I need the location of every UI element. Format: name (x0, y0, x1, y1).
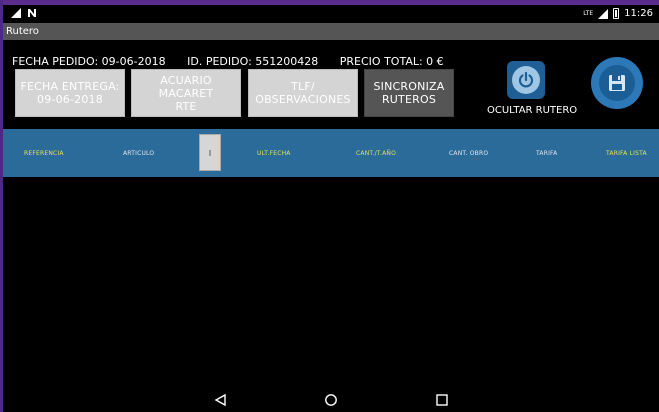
order-info-row: FECHA PEDIDO: 09-06-2018 ID. PEDIDO: 551… (12, 55, 462, 68)
navigation-bar (3, 388, 659, 412)
app-title-bar: Rutero (3, 23, 659, 40)
status-left (11, 8, 37, 18)
home-icon[interactable] (324, 393, 338, 407)
id-pedido-label: ID. PEDIDO: 551200428 (187, 55, 319, 68)
back-icon[interactable] (214, 393, 228, 407)
fecha-pedido-label: FECHA PEDIDO: 09-06-2018 (12, 55, 166, 68)
column-header-cant-obro[interactable]: CANT. OBRO (449, 150, 488, 157)
tlf-label: TLF/ (291, 80, 315, 93)
clock: 11:26 (624, 8, 653, 19)
fecha-entrega-title: FECHA ENTREGA: (20, 80, 120, 93)
column-header-articulo[interactable]: ARTICULO (123, 150, 154, 157)
column-header-tarifa[interactable]: TARIFA (536, 150, 557, 157)
column-header-ult-fecha[interactable]: ULT.FECHA (257, 150, 291, 157)
fecha-entrega-date: 09-06-2018 (37, 93, 103, 106)
tlf-observaciones-button[interactable]: TLF/ OBSERVACIONES (248, 69, 358, 117)
column-header-cant-t-ano[interactable]: CANT./T.AÑO (356, 150, 396, 157)
precio-total-label: PRECIO TOTAL: 0 € (339, 55, 444, 68)
signal-icon (11, 8, 21, 18)
notification-n-icon (28, 9, 36, 17)
power-icon-bg (512, 66, 540, 94)
ruteros-label: RUTEROS (381, 93, 437, 106)
status-right: LTE 11:26 (583, 8, 653, 19)
floppy-disk-icon (609, 75, 625, 91)
column-header-referencia[interactable]: REFERENCIA (24, 150, 64, 157)
network-type-label: LTE (583, 10, 594, 17)
recents-icon[interactable] (435, 393, 449, 407)
sincroniza-label: SINCRONIZA (373, 80, 445, 93)
observaciones-label: OBSERVACIONES (255, 93, 351, 106)
power-icon (518, 71, 534, 88)
save-button[interactable] (591, 57, 643, 109)
app-title: Rutero (6, 26, 39, 37)
battery-icon (613, 8, 620, 19)
sincroniza-ruteros-button[interactable]: SINCRONIZA RUTEROS (364, 69, 454, 117)
table-body (3, 177, 659, 387)
fecha-entrega-button[interactable]: FECHA ENTREGA: 09-06-2018 (15, 69, 125, 117)
status-bar: LTE 11:26 (3, 5, 659, 23)
cliente-name-line2: RTE (175, 99, 197, 113)
column-resize-handle[interactable] (199, 134, 221, 171)
save-icon-bg (599, 65, 635, 101)
column-header-tarifa-lista[interactable]: TARIFA LISTA (606, 150, 647, 157)
ocultar-rutero-button[interactable] (507, 61, 545, 99)
ocultar-rutero-label: OCULTAR RUTERO (487, 105, 578, 116)
table-header: REFERENCIA ARTICULO ULT.FECHA CANT./T.AÑ… (3, 129, 659, 177)
cliente-name-line1: ACUARIO MACARET (158, 73, 214, 100)
cell-signal-icon (598, 8, 609, 19)
cliente-button[interactable]: ACUARIO MACARET RTE (131, 69, 241, 117)
